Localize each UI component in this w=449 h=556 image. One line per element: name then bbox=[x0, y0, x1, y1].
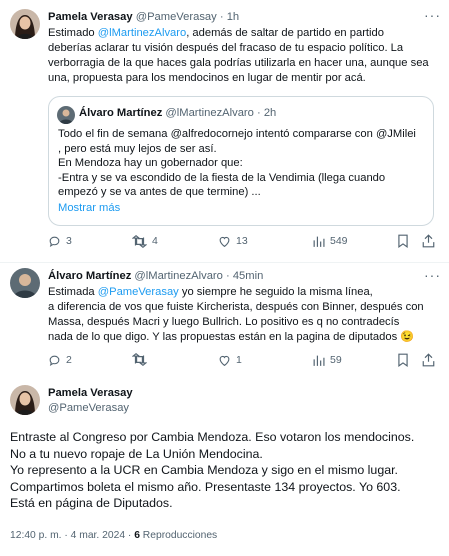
quote-timestamp[interactable]: 2h bbox=[264, 107, 276, 119]
post-timestamp[interactable]: 12:40 p. m. · 4 mar. 2024 · bbox=[10, 530, 134, 541]
wink-emoji: 😉 bbox=[400, 331, 415, 343]
views-count: 549 bbox=[330, 235, 348, 247]
reply-count: 3 bbox=[66, 235, 72, 247]
reply-icon bbox=[49, 236, 60, 247]
separator: · bbox=[225, 270, 230, 282]
mention-link[interactable]: @PameVerasay bbox=[98, 286, 179, 298]
quote-author-handle[interactable]: @lMartinezAlvaro bbox=[165, 107, 253, 119]
separator: · bbox=[256, 107, 261, 119]
retweet-count: 4 bbox=[152, 235, 158, 247]
quote-author-name[interactable]: Álvaro Martínez bbox=[79, 107, 162, 119]
avatar[interactable] bbox=[10, 9, 40, 39]
author-handle[interactable]: @lMartinezAlvaro bbox=[134, 270, 222, 282]
show-more-link[interactable]: Mostrar más bbox=[58, 201, 120, 216]
avatar[interactable] bbox=[10, 268, 40, 298]
text-start: Estimada bbox=[48, 286, 98, 298]
author-handle[interactable]: @PameVerasay bbox=[136, 11, 217, 23]
views-icon bbox=[313, 355, 325, 366]
bookmark-button[interactable] bbox=[397, 353, 414, 367]
like-icon bbox=[219, 236, 230, 248]
reply-icon bbox=[49, 355, 60, 366]
more-icon[interactable]: ··· bbox=[424, 268, 441, 282]
reply-button[interactable]: 3 bbox=[48, 234, 72, 249]
views-button[interactable]: 59 bbox=[312, 353, 342, 368]
bookmark-icon bbox=[398, 353, 408, 367]
views-label: Reproducciones bbox=[139, 530, 218, 541]
share-icon bbox=[422, 353, 435, 367]
text-start: Estimado bbox=[48, 27, 98, 39]
views-button[interactable]: 549 bbox=[312, 234, 348, 249]
timestamp[interactable]: 1h bbox=[227, 11, 239, 23]
tweet-metadata: 12:40 p. m. · 4 mar. 2024 · 6 Reproducci… bbox=[10, 528, 217, 543]
quote-text: Todo el fin de semana @alfredocornejo in… bbox=[58, 128, 416, 198]
tweet-3-focused[interactable]: Pamela Verasay @PameVerasay Entraste al … bbox=[0, 379, 449, 556]
like-count: 13 bbox=[236, 235, 248, 247]
share-button[interactable] bbox=[422, 353, 440, 367]
author-name[interactable]: Álvaro Martínez bbox=[48, 270, 131, 282]
views-count: 59 bbox=[330, 354, 342, 366]
like-count: 1 bbox=[236, 354, 242, 366]
retweet-button[interactable]: 4 bbox=[132, 234, 158, 249]
author-handle[interactable]: @PameVerasay bbox=[48, 402, 129, 414]
like-button[interactable]: 1 bbox=[218, 353, 242, 368]
author-name[interactable]: Pamela Verasay bbox=[48, 387, 133, 399]
views-icon bbox=[313, 236, 325, 247]
tweet-1[interactable]: Pamela Verasay @PameVerasay · 1h ··· Est… bbox=[0, 0, 449, 262]
tweet-actions: 2 1 59 bbox=[48, 353, 440, 371]
bookmark-button[interactable] bbox=[397, 234, 414, 248]
tweet-text: Entraste al Congreso por Cambia Mendoza.… bbox=[10, 430, 415, 511]
tweet-2[interactable]: Álvaro Martínez @lMartinezAlvaro · 45min… bbox=[0, 263, 449, 379]
mention-link[interactable]: @lMartinezAlvaro bbox=[98, 27, 186, 39]
quoted-tweet[interactable]: Álvaro Martínez @lMartinezAlvaro · 2h To… bbox=[48, 96, 434, 226]
quote-avatar[interactable] bbox=[57, 106, 75, 124]
reply-button[interactable]: 2 bbox=[48, 353, 72, 368]
retweet-icon bbox=[132, 235, 147, 248]
like-button[interactable]: 13 bbox=[218, 234, 248, 249]
separator: · bbox=[219, 11, 224, 23]
tweet-text: Estimado @lMartinezAlvaro, además de sal… bbox=[48, 26, 440, 86]
like-icon bbox=[219, 355, 230, 367]
timestamp[interactable]: 45min bbox=[233, 270, 263, 282]
tweet-actions: 3 4 13 549 bbox=[48, 234, 440, 252]
retweet-button[interactable] bbox=[132, 353, 152, 366]
retweet-icon bbox=[132, 353, 147, 366]
tweet-text: Estimada @PameVerasay yo siempre he segu… bbox=[48, 285, 443, 345]
author-name[interactable]: Pamela Verasay bbox=[48, 11, 133, 23]
share-icon bbox=[422, 234, 435, 248]
avatar[interactable] bbox=[10, 385, 40, 415]
reply-count: 2 bbox=[66, 354, 72, 366]
bookmark-icon bbox=[398, 234, 408, 248]
more-icon[interactable]: ··· bbox=[424, 8, 441, 22]
share-button[interactable] bbox=[422, 234, 440, 248]
